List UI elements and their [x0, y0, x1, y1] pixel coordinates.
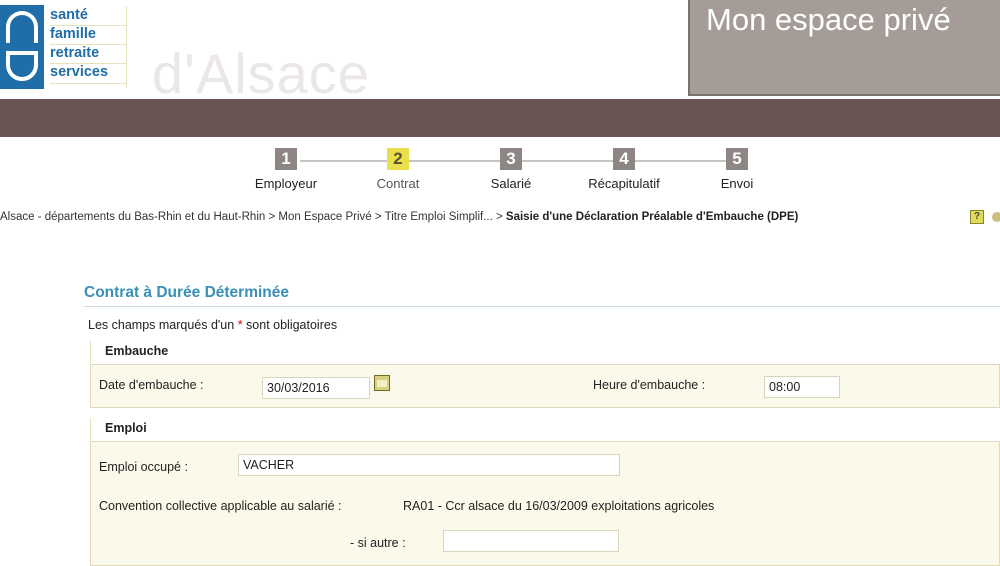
emploi-occupe-label: Emploi occupé : [99, 460, 188, 474]
step-contrat[interactable]: 2 Contrat [343, 148, 453, 191]
calendar-icon[interactable] [374, 375, 390, 391]
help-icon[interactable]: ? [970, 210, 984, 224]
step-employeur[interactable]: 1 Employeur [231, 148, 341, 191]
section-emploi-title: Emploi [105, 421, 147, 435]
si-autre-label: - si autre : [350, 536, 406, 550]
section-emploi: Emploi occupé : VACHER Convention collec… [90, 441, 1000, 566]
breadcrumb: Alsace - départements du Bas-Rhin et du … [0, 211, 798, 223]
settings-icon[interactable] [992, 212, 1000, 222]
required-note: Les champs marqués d'un * sont obligatoi… [88, 318, 337, 332]
step-label: Salarié [490, 176, 532, 191]
step-label: Employeur [254, 176, 318, 191]
si-autre-input[interactable] [443, 530, 619, 552]
convention-value: RA01 - Ccr alsace du 16/03/2009 exploita… [403, 499, 715, 513]
nav-band [0, 99, 1000, 137]
form-title: Contrat à Durée Déterminée [84, 284, 290, 301]
heure-embauche-label: Heure d'embauche : [593, 378, 706, 392]
section-embauche-title: Embauche [105, 344, 169, 358]
logo-line-1: santé [50, 7, 88, 23]
step-salarie[interactable]: 3 Salarié [456, 148, 566, 191]
step-number: 1 [275, 148, 297, 170]
breadcrumb-trail[interactable]: Alsace - départements du Bas-Rhin et du … [0, 211, 506, 223]
logo-divider [50, 63, 126, 64]
heure-embauche-input[interactable]: 08:00 [764, 376, 840, 398]
logo-mark [0, 5, 44, 89]
required-note-suffix: sont obligatoires [242, 318, 338, 332]
step-number: 2 [387, 148, 409, 170]
step-recapitulatif[interactable]: 4 Récapitulatif [569, 148, 679, 191]
mon-espace-header[interactable]: Mon espace privé [688, 0, 1000, 96]
step-envoi[interactable]: 5 Envoi [682, 148, 792, 191]
date-embauche-input[interactable]: 30/03/2016 [262, 377, 370, 399]
logo-divider [50, 44, 126, 45]
emploi-occupe-input[interactable]: VACHER [238, 454, 620, 476]
logo-divider [50, 25, 126, 26]
section-emploi-header: Emploi [90, 418, 1000, 440]
logo-divider [50, 83, 126, 84]
title-underline [84, 306, 1000, 307]
step-label: Récapitulatif [588, 176, 660, 191]
region-title: d'Alsace [152, 42, 370, 105]
date-embauche-label: Date d'embauche : [99, 378, 204, 392]
convention-label: Convention collective applicable au sala… [99, 499, 342, 513]
step-number: 4 [613, 148, 635, 170]
breadcrumb-current: Saisie d'une Déclaration Préalable d'Emb… [505, 211, 799, 223]
mon-espace-title: Mon espace privé [706, 2, 951, 37]
step-label: Contrat [376, 176, 420, 191]
logo-separator [126, 6, 127, 88]
section-embauche: Date d'embauche : 30/03/2016 Heure d'emb… [90, 364, 1000, 408]
logo-line-4: services [50, 64, 109, 80]
section-embauche-header: Embauche [90, 341, 1000, 363]
step-number: 3 [500, 148, 522, 170]
logo-line-2: famille [50, 26, 96, 42]
required-note-prefix: Les champs marqués d'un [88, 318, 238, 332]
step-label: Envoi [720, 176, 754, 191]
step-number: 5 [726, 148, 748, 170]
logo-line-3: retraite [50, 45, 100, 61]
